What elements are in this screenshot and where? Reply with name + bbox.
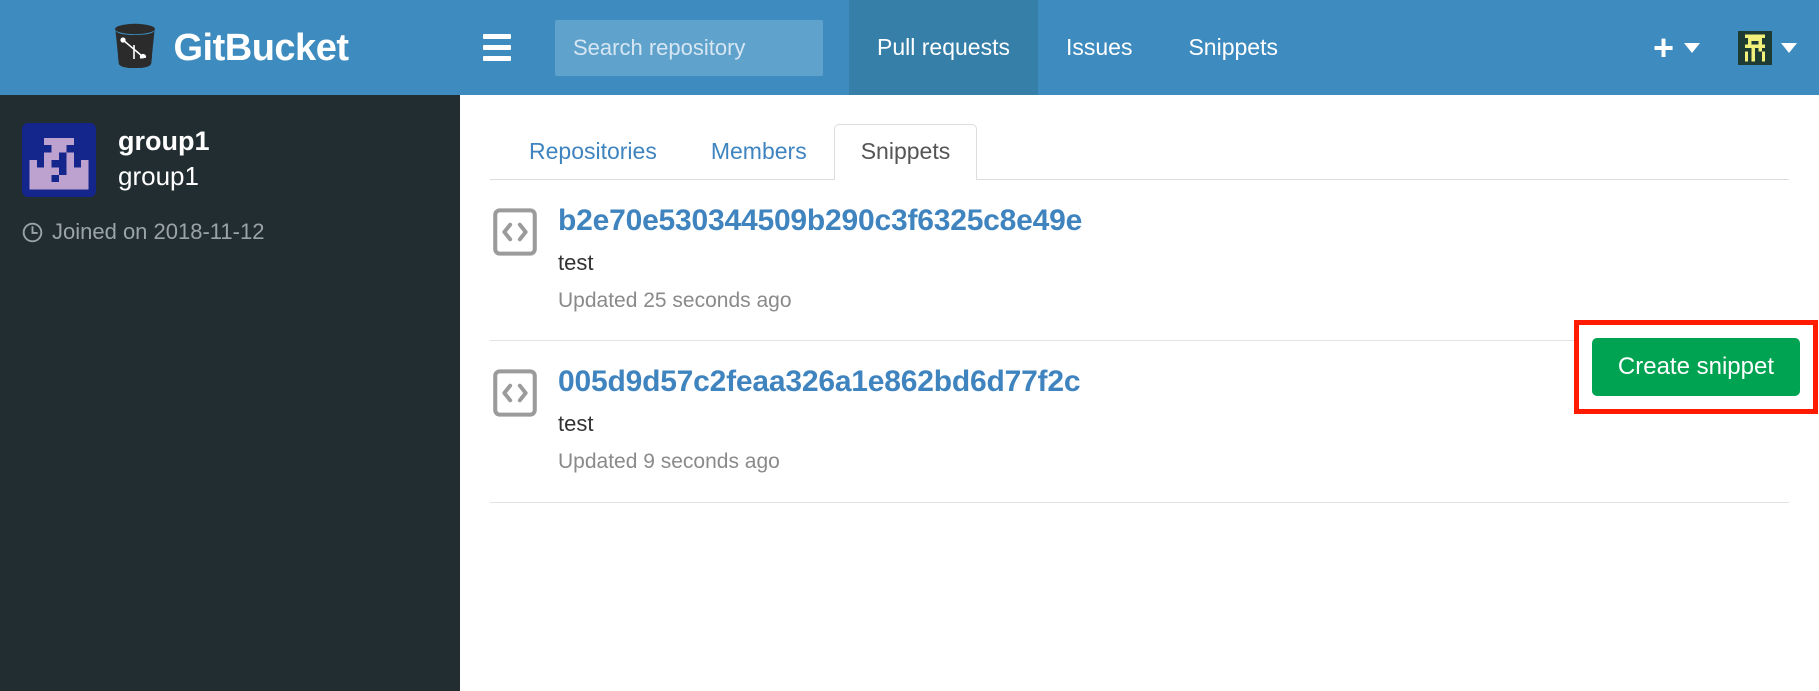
group-tabs: Repositories Members Snippets [490, 120, 1789, 180]
tab-snippets[interactable]: Snippets [833, 124, 978, 180]
create-new-menu[interactable]: + [1631, 26, 1722, 68]
gitbucket-page: GitBucket Pull requests Issues Snippets … [0, 0, 1819, 691]
nav-right-actions: + [1631, 0, 1819, 95]
snippet-list-item: b2e70e530344509b290c3f6325c8e49e test Up… [490, 180, 1789, 342]
snippet-updated-time: Updated 9 seconds ago [558, 450, 780, 474]
plus-icon: + [1652, 26, 1674, 68]
code-file-icon [493, 369, 537, 418]
group-identity: group1 group1 [22, 123, 438, 197]
search-input[interactable] [555, 19, 823, 76]
snippet-info: b2e70e530344509b290c3f6325c8e49e test Up… [558, 202, 1789, 314]
group-text-block: group1 group1 [118, 123, 210, 194]
snippet-title-link[interactable]: 005d9d57c2feaa326a1e862bd6d77f2c [558, 363, 1081, 401]
nav-zone: Pull requests Issues Snippets + [460, 0, 1819, 95]
snippet-title-link[interactable]: b2e70e530344509b290c3f6325c8e49e [558, 202, 1082, 240]
joined-date: Joined on 2018-11-12 [22, 219, 438, 245]
nav-links: Pull requests Issues Snippets [849, 0, 1306, 95]
nav-item-issues[interactable]: Issues [1038, 0, 1160, 95]
tab-members[interactable]: Members [684, 124, 834, 179]
main-content: Repositories Members Snippets b2e70e5303… [460, 95, 1819, 691]
create-snippet-highlight: Create snippet [1573, 320, 1818, 415]
group-sidebar: group1 group1 Joined on 2018-11-12 [0, 95, 460, 691]
user-account-menu[interactable] [1722, 30, 1797, 66]
nav-item-snippets[interactable]: Snippets [1160, 0, 1306, 95]
top-navigation-bar: GitBucket Pull requests Issues Snippets … [0, 0, 1819, 95]
gitbucket-logo-icon [114, 23, 155, 68]
brand-home-link[interactable]: GitBucket [0, 0, 460, 95]
clock-icon [22, 222, 43, 242]
code-file-icon [493, 208, 537, 256]
tab-repositories[interactable]: Repositories [502, 124, 684, 179]
page-body: group1 group1 Joined on 2018-11-12 Repos… [0, 95, 1819, 691]
group-name: group1 [118, 126, 210, 156]
create-snippet-button[interactable]: Create snippet [1591, 338, 1800, 397]
snippet-updated-time: Updated 25 seconds ago [558, 289, 792, 313]
chevron-down-icon [1781, 42, 1797, 53]
hamburger-menu-icon[interactable] [460, 0, 534, 95]
chevron-down-icon [1684, 42, 1700, 53]
brand-title: GitBucket [173, 26, 349, 69]
group-avatar-identicon [22, 123, 96, 197]
group-fullname: group1 [118, 160, 199, 191]
user-avatar-identicon [1738, 30, 1772, 65]
nav-item-pull-requests[interactable]: Pull requests [849, 0, 1038, 95]
joined-date-text: Joined on 2018-11-12 [52, 219, 265, 244]
snippet-description: test [558, 249, 594, 275]
